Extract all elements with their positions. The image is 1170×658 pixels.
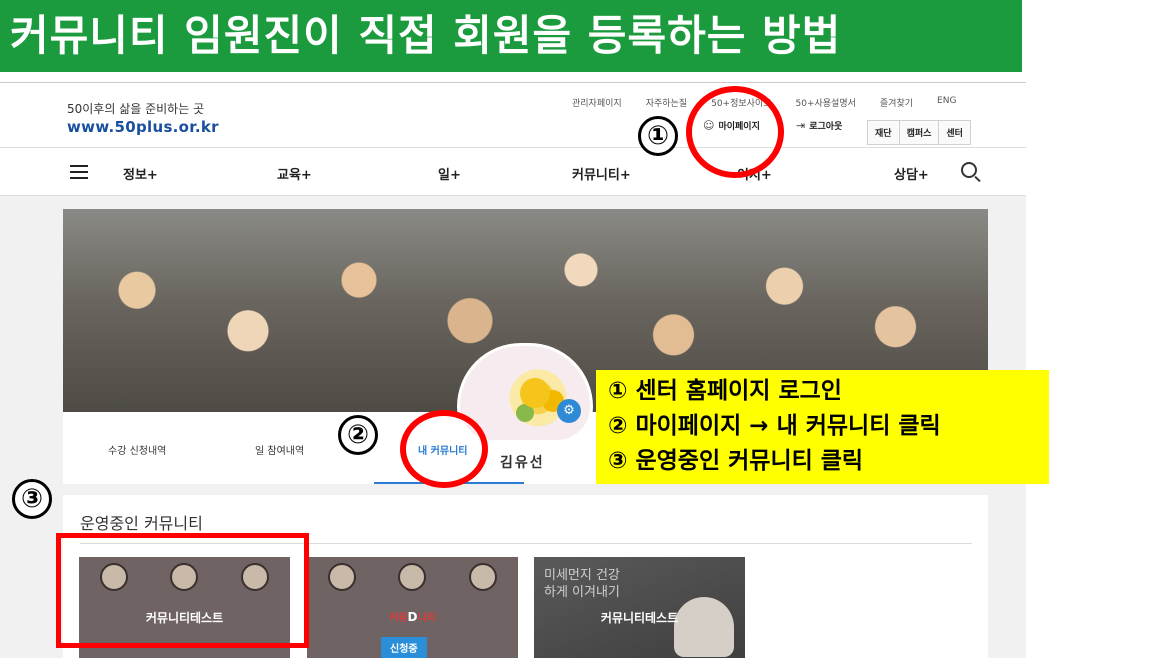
instruction-step-2: ② 마이페이지 → 내 커뮤니티 클릭 (608, 413, 941, 439)
card-title-prefix: 커뮤 (389, 613, 408, 624)
menu-icon[interactable] (70, 165, 88, 179)
card-illustration (307, 563, 518, 591)
highlight-ring-my-community (400, 410, 488, 488)
logo-url: www.50plus.or.kr (67, 118, 219, 136)
card-overlay-text: 미세먼지 건강하게 이겨내기 (544, 568, 620, 600)
flower-image (520, 378, 550, 408)
step-marker-1: ① (638, 116, 678, 156)
search-icon[interactable] (961, 162, 977, 178)
community-section-title: 운영중인 커뮤니티 (80, 514, 203, 533)
card-title-suffix: 니티 (417, 613, 436, 624)
profile-username: 김유선 (500, 455, 545, 471)
site-logo[interactable]: 50이후의 삶을 준비하는 곳 www.50plus.or.kr (67, 100, 219, 136)
highlight-ring-mypage (686, 86, 784, 178)
util-link-favorites[interactable]: 즐겨찾기 (880, 96, 913, 109)
site-switch-buttons: 재단 캠퍼스 센터 (867, 120, 971, 145)
center-button[interactable]: 센터 (938, 120, 971, 145)
header-top-border (0, 82, 1026, 83)
card-title: 커뮤니티테스트 (600, 611, 679, 625)
logout-link[interactable]: ⇥ 로그아웃 (796, 119, 842, 132)
nav-item-work[interactable]: 일+ (438, 164, 461, 183)
nav-item-info[interactable]: 정보+ (123, 164, 158, 183)
gear-icon[interactable]: ⚙ (557, 399, 581, 423)
nav-item-counsel[interactable]: 상담+ (894, 164, 929, 183)
logout-label: 로그아웃 (809, 122, 843, 132)
tab-work-history[interactable]: 일 참여내역 (255, 442, 304, 457)
util-link-admin[interactable]: 관리자페이지 (572, 96, 622, 109)
nav-top-border (0, 147, 1026, 148)
card-photo (674, 597, 734, 657)
nav-item-community[interactable]: 커뮤니티+ (572, 164, 631, 183)
logo-tagline: 50이후의 삶을 준비하는 곳 (67, 102, 205, 116)
tab-course-history[interactable]: 수강 신청내역 (108, 442, 166, 457)
instruction-step-3: ③ 운영중인 커뮤니티 클릭 (608, 448, 864, 474)
util-link-english[interactable]: ENG (937, 96, 956, 109)
banner-title: 커뮤니티 임원진이 직접 회원을 등록하는 방법 (10, 11, 842, 60)
card-title-letter: D (407, 610, 418, 624)
util-link-manual[interactable]: 50+사용설명서 (796, 96, 856, 109)
foundation-button[interactable]: 재단 (867, 120, 900, 145)
instruction-note: ① 센터 홈페이지 로그인 ② 마이페이지 → 내 커뮤니티 클릭 ③ 운영중인… (596, 370, 1049, 484)
step-marker-3: ③ (12, 479, 52, 519)
campus-button[interactable]: 캠퍼스 (898, 120, 940, 145)
community-card-3[interactable]: 미세먼지 건강하게 이겨내기 커뮤니티테스트 (534, 557, 745, 658)
tutorial-banner: 커뮤니티 임원진이 직접 회원을 등록하는 방법 (0, 0, 1022, 72)
card-title: 커뮤D니티 (307, 609, 518, 624)
util-link-faq[interactable]: 자주하는질 (646, 96, 687, 109)
highlight-box-community-card (56, 533, 309, 648)
instruction-step-1: ① 센터 홈페이지 로그인 (608, 378, 842, 404)
logout-icon: ⇥ (796, 119, 806, 132)
community-card-2[interactable]: 커뮤D니티 신청중 (307, 557, 518, 658)
status-badge: 신청중 (381, 637, 427, 658)
step-marker-2: ② (338, 415, 378, 455)
nav-item-education[interactable]: 교육+ (277, 164, 312, 183)
